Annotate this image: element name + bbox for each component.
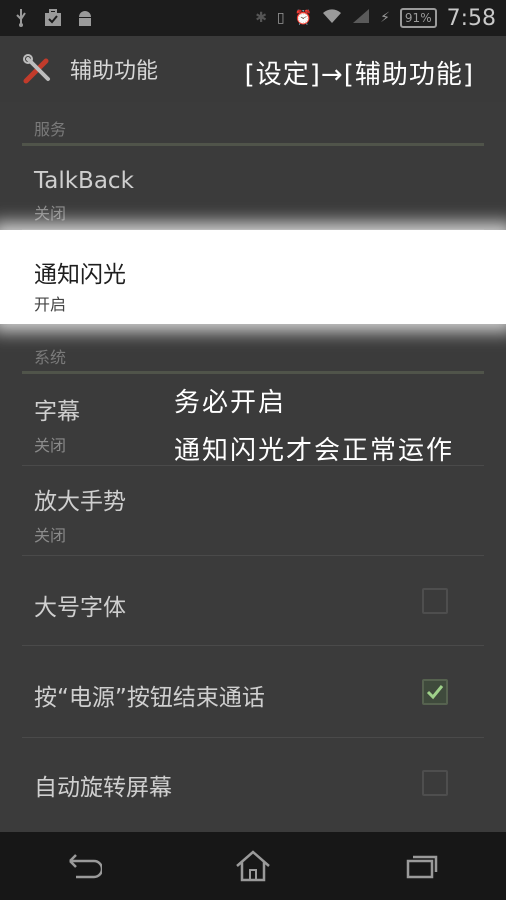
vibrate-icon: ▯: [276, 10, 285, 26]
notification-flash-status: 开启: [34, 295, 67, 314]
wifi-icon: [322, 8, 342, 28]
auto-rotate-title: 自动旋转屏幕: [34, 775, 172, 801]
bluetooth-icon: ✱: [255, 10, 267, 26]
android-icon: [74, 7, 96, 29]
charging-icon: ⚡: [380, 10, 390, 26]
battery-indicator: 91%: [399, 8, 437, 28]
settings-path-caption: [设定]→[辅助功能]: [244, 60, 474, 90]
alarm-icon: ⏰: [294, 10, 313, 26]
auto-rotate-checkbox[interactable]: [422, 770, 448, 796]
status-right-icons: ✱ ▯ ⏰ ⚡ 91% 7:58: [255, 6, 496, 31]
note-line-2: 通知闪光才会正常运作: [174, 436, 455, 466]
talkback-title: TalkBack: [34, 168, 134, 194]
large-text-title: 大号字体: [34, 595, 126, 621]
status-left-icons: [10, 7, 96, 29]
tools-icon[interactable]: [20, 51, 56, 87]
signal-icon: [352, 8, 370, 28]
recents-icon[interactable]: [392, 841, 452, 891]
magnification-title: 放大手势: [34, 489, 126, 515]
list-item-talkback[interactable]: TalkBack 关闭: [22, 148, 484, 230]
status-time: 7:58: [446, 5, 496, 31]
magnification-status: 关闭: [34, 526, 67, 545]
large-text-checkbox[interactable]: [422, 588, 448, 614]
navigation-bar: [0, 832, 506, 900]
section-header-system: 系统: [22, 340, 484, 374]
power-ends-call-title: 按“电源”按钮结束通话: [34, 685, 265, 711]
power-ends-call-checkbox[interactable]: [422, 679, 448, 705]
usb-icon: [10, 7, 32, 29]
status-bar: ✱ ▯ ⏰ ⚡ 91% 7:58: [0, 0, 506, 36]
notification-flash-title: 通知闪光: [34, 262, 126, 288]
note-line-1: 务必开启: [174, 388, 287, 418]
page-title: 辅助功能: [70, 59, 159, 84]
section-header-services: 服务: [22, 112, 484, 146]
briefcase-check-icon: [42, 7, 64, 29]
home-icon[interactable]: [223, 841, 283, 891]
talkback-status: 关闭: [34, 204, 67, 223]
checkmark-icon: [426, 685, 444, 700]
list-item-magnification[interactable]: 放大手势 关闭: [22, 466, 484, 556]
back-icon[interactable]: [54, 841, 114, 891]
